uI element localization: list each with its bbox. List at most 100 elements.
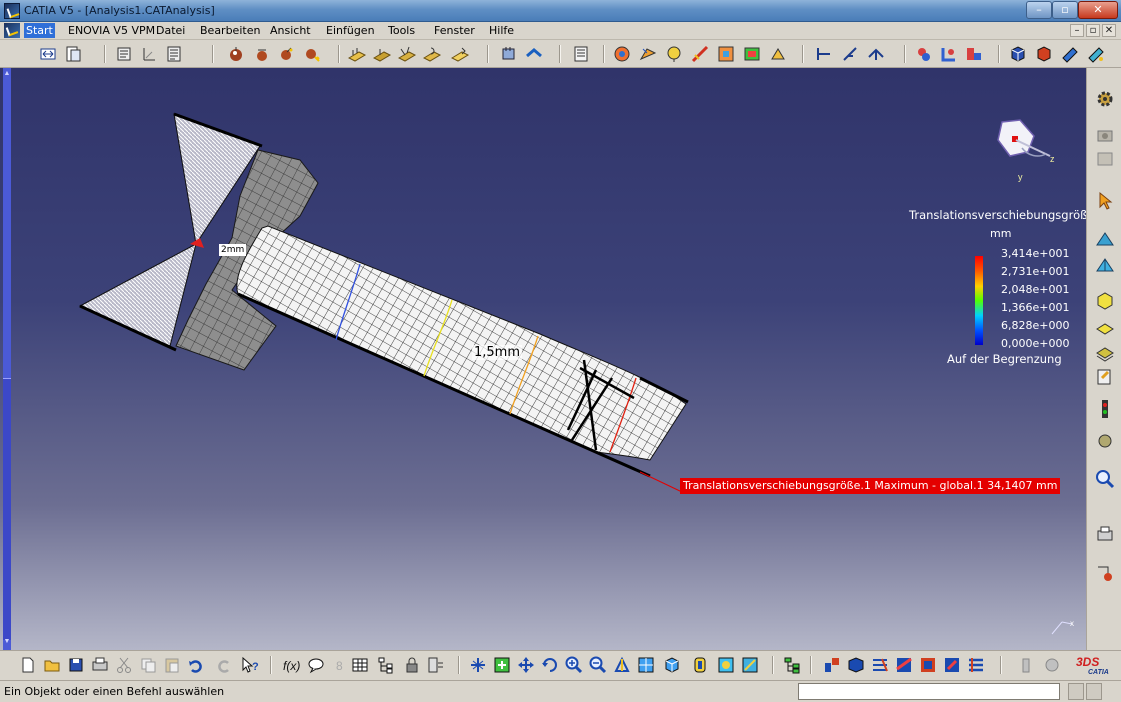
fit-all-icon[interactable] (38, 44, 58, 64)
thickness-label-2mm[interactable]: 2mm (219, 244, 247, 256)
deformed-mesh-icon[interactable] (894, 655, 914, 675)
menu-fenster[interactable]: Fenster (434, 24, 475, 37)
whats-this-icon[interactable]: ? (240, 655, 260, 675)
menu-start[interactable]: Start (24, 23, 55, 38)
principal-stress-icon[interactable] (690, 44, 710, 64)
export-icon[interactable] (1094, 562, 1116, 584)
formula-icon[interactable]: f(x) (282, 655, 302, 675)
status-button-2[interactable] (1086, 683, 1102, 700)
image-layout-icon[interactable] (742, 44, 762, 64)
menu-hilfe[interactable]: Hilfe (489, 24, 514, 37)
maximize-button[interactable]: ▫ (1052, 1, 1078, 19)
camera-icon[interactable] (1094, 124, 1116, 146)
rigid-connection-icon[interactable] (964, 44, 984, 64)
menu-tools[interactable]: Tools (388, 24, 415, 37)
3d-viewport[interactable]: ▲ ▼ z y x 2mm 1,5mm Translationsverschie… (0, 68, 1086, 650)
hide-show-icon[interactable] (690, 655, 710, 675)
select-cursor-icon[interactable] (1094, 190, 1116, 212)
axis-icon[interactable] (139, 44, 159, 64)
minimize-button[interactable]: – (1026, 1, 1052, 19)
swap-visible-space-icon[interactable] (716, 655, 736, 675)
spec-tree-icon[interactable] (782, 655, 802, 675)
von-mises-icon[interactable] (664, 44, 684, 64)
status-button-1[interactable] (1068, 683, 1084, 700)
comment-icon[interactable] (306, 655, 326, 675)
print-icon[interactable] (90, 655, 110, 675)
menu-bearbeiten[interactable]: Bearbeiten (200, 24, 260, 37)
sensor-local-icon[interactable] (866, 44, 886, 64)
deformation-icon[interactable] (612, 44, 632, 64)
shell-property-icon[interactable] (1094, 318, 1116, 340)
copy-icon[interactable] (138, 655, 158, 675)
fly-mode-icon[interactable] (468, 655, 488, 675)
material-icon[interactable] (1086, 44, 1106, 64)
material-apply-icon[interactable] (1094, 366, 1116, 388)
sensor-gear-icon[interactable] (1042, 655, 1062, 675)
compute-icon[interactable] (499, 44, 519, 64)
mesh-visualization-icon[interactable] (846, 655, 866, 675)
compass-icon[interactable]: z y (997, 119, 1055, 182)
shading-icon[interactable] (740, 655, 760, 675)
list-icon[interactable] (164, 44, 184, 64)
paste-icon[interactable] (162, 655, 182, 675)
multi-view-icon[interactable] (636, 655, 656, 675)
displacement-icon[interactable] (638, 44, 658, 64)
local-mesh-icon[interactable] (1094, 256, 1116, 278)
moment-icon[interactable] (422, 44, 442, 64)
sensor-icon[interactable] (814, 44, 834, 64)
distributed-force-icon[interactable] (397, 44, 417, 64)
mdi-close-button[interactable]: ✕ (1102, 24, 1116, 37)
simulation-icon[interactable] (966, 655, 986, 675)
acceleration-icon[interactable] (450, 44, 470, 64)
gear-icon[interactable] (1094, 88, 1116, 110)
precision-icon[interactable] (716, 44, 736, 64)
image-edit-icon[interactable] (870, 655, 890, 675)
table-icon[interactable] (350, 655, 370, 675)
menu-ansicht[interactable]: Ansicht (270, 24, 311, 37)
redo-icon[interactable] (214, 655, 234, 675)
menu-enovia[interactable]: ENOVIA V5 VPM (68, 24, 155, 37)
clamp-icon[interactable] (226, 44, 246, 64)
open-folder-icon[interactable] (42, 655, 62, 675)
analysis-assembly-icon[interactable] (822, 655, 842, 675)
document-icon[interactable] (63, 44, 83, 64)
cube-icon[interactable] (1008, 44, 1028, 64)
pan-icon[interactable] (516, 655, 536, 675)
compute-all-icon[interactable] (524, 44, 544, 64)
close-button[interactable]: ✕ (1078, 1, 1118, 19)
connection-icon[interactable] (914, 44, 934, 64)
sensor-fixed-icon[interactable] (1016, 655, 1036, 675)
tree-icon[interactable] (376, 655, 396, 675)
solid-property-icon[interactable] (1094, 290, 1116, 312)
document-menu-icon[interactable] (4, 23, 20, 38)
line-load-icon[interactable] (372, 44, 392, 64)
color-legend[interactable]: Translationsverschiebungsgröße.1 mm 3,41… (905, 204, 1086, 374)
catalog-icon[interactable] (1094, 148, 1116, 170)
mdi-minimize-button[interactable]: – (1070, 24, 1084, 37)
command-input[interactable] (798, 683, 1060, 700)
restraint-icon[interactable] (252, 44, 272, 64)
pressure-icon[interactable] (302, 44, 322, 64)
zoom-out-icon[interactable] (588, 655, 608, 675)
fit-all-in-icon[interactable] (492, 655, 512, 675)
new-file-icon[interactable] (18, 655, 38, 675)
beam-property-icon[interactable] (1094, 342, 1116, 364)
sphere-icon[interactable] (1094, 430, 1116, 452)
menu-einfuegen[interactable]: Einfügen (326, 24, 375, 37)
surface-load-icon[interactable] (347, 44, 367, 64)
rotate-icon[interactable] (540, 655, 560, 675)
sensor-global-icon[interactable] (840, 44, 860, 64)
mdi-restore-button[interactable]: ▫ (1086, 24, 1100, 37)
zoom-in-icon[interactable] (564, 655, 584, 675)
traffic-light-icon[interactable] (1094, 398, 1116, 420)
save-icon[interactable] (66, 655, 86, 675)
zoom-icon[interactable] (1094, 468, 1116, 490)
force-icon[interactable] (277, 44, 297, 64)
filter-icon[interactable] (426, 655, 446, 675)
sketch-icon[interactable] (114, 44, 134, 64)
undo-icon[interactable] (186, 655, 206, 675)
iso-view-icon[interactable] (662, 655, 682, 675)
max-displacement-label[interactable]: Translationsverschiebungsgröße.1 Maximum… (680, 478, 1061, 494)
amplification-icon[interactable] (942, 655, 962, 675)
property-icon[interactable] (1060, 44, 1080, 64)
